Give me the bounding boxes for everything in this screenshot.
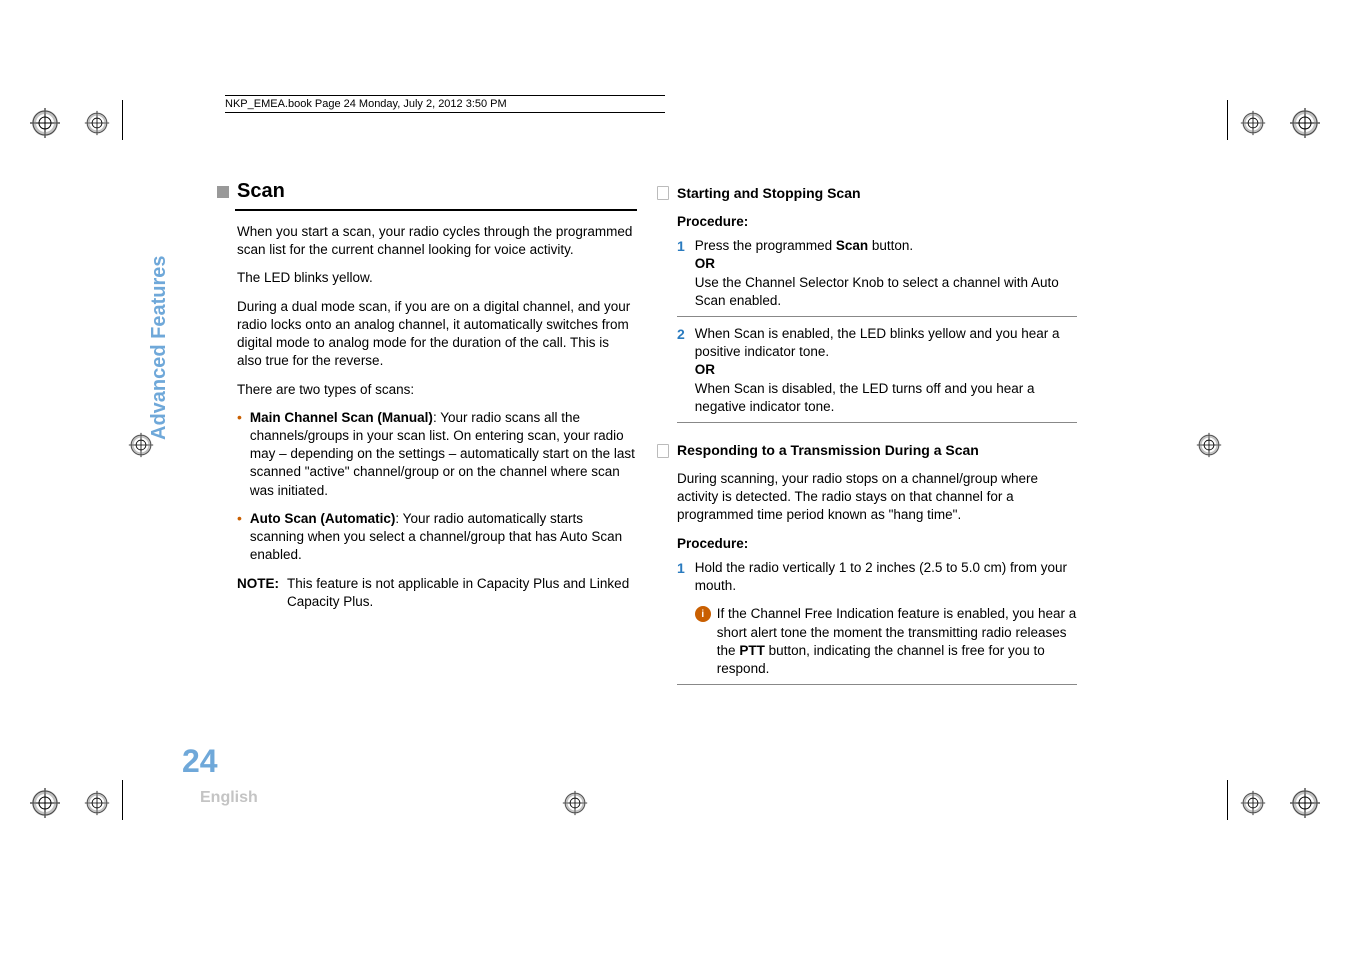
step-1: 1 Press the programmed Scan button. OR U… <box>677 237 1077 310</box>
registration-mark-icon <box>85 111 110 136</box>
square-bullet-icon <box>217 186 229 198</box>
scan-heading: Scan <box>217 178 637 205</box>
left-column: Scan When you start a scan, your radio c… <box>237 178 637 693</box>
registration-mark-icon <box>1197 433 1222 458</box>
or-1: OR <box>695 256 715 271</box>
bullet-auto-text: Auto Scan (Automatic): Your radio automa… <box>250 510 637 565</box>
intro-paragraph-2: The LED blinks yellow. <box>237 269 637 287</box>
step-number: 1 <box>677 559 685 678</box>
crop-line <box>1227 100 1228 140</box>
info-b: button, indicating the channel is free f… <box>717 643 1045 676</box>
note-text: This feature is not applicable in Capaci… <box>287 575 637 611</box>
registration-mark-icon <box>1290 108 1320 138</box>
resp1-text: Hold the radio vertically 1 to 2 inches … <box>695 560 1067 593</box>
bullet-auto-scan: • Auto Scan (Automatic): Your radio auto… <box>237 510 637 565</box>
registration-mark-icon <box>1290 788 1320 818</box>
info-note: i If the Channel Free Indication feature… <box>695 605 1077 678</box>
intro-paragraph-3: During a dual mode scan, if you are on a… <box>237 298 637 371</box>
crop-line <box>122 780 123 820</box>
page-number: 24 <box>182 743 218 780</box>
crop-line <box>1227 780 1228 820</box>
resp-step-1-text: Hold the radio vertically 1 to 2 inches … <box>695 559 1077 678</box>
step2-a: When Scan is enabled, the LED blinks yel… <box>695 326 1060 359</box>
registration-mark-icon <box>1241 791 1266 816</box>
responding-heading: Responding to a Transmission During a Sc… <box>657 441 1077 460</box>
registration-mark-icon <box>563 791 588 816</box>
step-2-text: When Scan is enabled, the LED blinks yel… <box>695 325 1077 416</box>
procedure-label-1: Procedure: <box>677 213 1077 231</box>
step-separator <box>677 316 1077 317</box>
start-stop-heading-text: Starting and Stopping Scan <box>677 184 861 203</box>
crop-line <box>122 100 123 140</box>
registration-mark-icon <box>85 791 110 816</box>
procedure-colon: : <box>744 214 749 229</box>
scan-heading-text: Scan <box>237 178 285 205</box>
bullet-dot-icon: • <box>237 409 242 500</box>
note-label: NOTE: <box>237 575 279 611</box>
registration-mark-icon <box>129 433 154 458</box>
resp-step-1: 1 Hold the radio vertically 1 to 2 inche… <box>677 559 1077 678</box>
section-side-label: Advanced Features <box>148 255 171 440</box>
registration-mark-icon <box>30 788 60 818</box>
procedure-label-2: Procedure: <box>677 535 1077 553</box>
info-icon: i <box>695 606 711 622</box>
step2-b: When Scan is disabled, the LED turns off… <box>695 381 1035 414</box>
right-column: Starting and Stopping Scan Procedure: 1 … <box>677 184 1077 693</box>
intro-paragraph-4: There are two types of scans: <box>237 381 637 399</box>
or-2: OR <box>695 362 715 377</box>
step-1-text: Press the programmed Scan button. OR Use… <box>695 237 1077 310</box>
bullet1-bold: Main Channel Scan (Manual) <box>250 410 433 425</box>
language-label: English <box>200 789 258 807</box>
step-number: 1 <box>677 237 685 310</box>
responding-heading-text: Responding to a Transmission During a Sc… <box>677 441 979 460</box>
responding-intro: During scanning, your radio stops on a c… <box>677 470 1077 525</box>
start-stop-heading: Starting and Stopping Scan <box>657 184 1077 203</box>
step1-scan: Scan <box>836 238 868 253</box>
ptt-bold: PTT <box>739 643 765 658</box>
step-separator <box>677 422 1077 423</box>
intro-paragraph-1: When you start a scan, your radio cycles… <box>237 223 637 259</box>
step-separator <box>677 684 1077 685</box>
info-text: If the Channel Free Indication feature i… <box>717 605 1077 678</box>
note: NOTE: This feature is not applicable in … <box>237 575 637 611</box>
heading-rule <box>235 209 637 211</box>
bullet-dot-icon: • <box>237 510 242 565</box>
registration-mark-icon <box>30 108 60 138</box>
step-number: 2 <box>677 325 685 416</box>
step1-c: Use the Channel Selector Knob to select … <box>695 275 1059 308</box>
step1-b: button. <box>868 238 913 253</box>
page-icon <box>657 186 669 200</box>
registration-mark-icon <box>1241 111 1266 136</box>
bullet-main-text: Main Channel Scan (Manual): Your radio s… <box>250 409 637 500</box>
procedure-bold: Procedure <box>677 214 744 229</box>
step1-a: Press the programmed <box>695 238 836 253</box>
bullet-main-channel-scan: • Main Channel Scan (Manual): Your radio… <box>237 409 637 500</box>
page-icon <box>657 444 669 458</box>
bullet2-bold: Auto Scan (Automatic) <box>250 511 396 526</box>
page-header: NKP_EMEA.book Page 24 Monday, July 2, 20… <box>225 95 665 113</box>
step-2: 2 When Scan is enabled, the LED blinks y… <box>677 325 1077 416</box>
